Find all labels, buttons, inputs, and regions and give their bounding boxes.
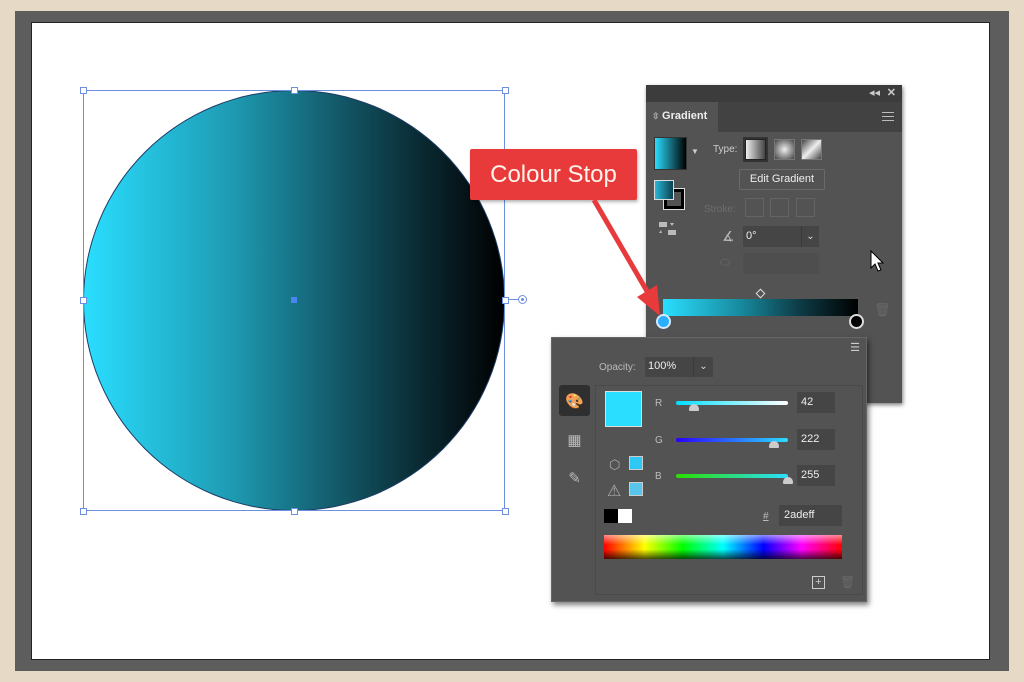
channel-label-g: G bbox=[655, 435, 663, 446]
hex-label: # bbox=[763, 511, 769, 522]
black-swatch[interactable] bbox=[604, 509, 618, 523]
updown-icon: ⇳ bbox=[652, 111, 663, 121]
slider-b-thumb[interactable] bbox=[783, 477, 793, 484]
freeform-gradient-button[interactable] bbox=[801, 139, 822, 160]
angle-input[interactable]: 0° bbox=[743, 226, 801, 247]
panel-title-bar[interactable]: ◂◂ ✕ bbox=[646, 85, 902, 102]
gradient-slider[interactable] bbox=[663, 299, 858, 316]
resize-handle-top-left[interactable] bbox=[80, 87, 87, 94]
resize-handle-bottom-left[interactable] bbox=[80, 508, 87, 515]
gradient-midpoint[interactable] bbox=[755, 288, 766, 299]
gradient-thumbnail[interactable] bbox=[654, 137, 687, 170]
callout-label: Colour Stop bbox=[470, 149, 637, 200]
aspect-ratio-input[interactable] bbox=[743, 253, 819, 274]
out-of-gamut-swatch[interactable] bbox=[629, 482, 643, 496]
pie-widget-handle[interactable] bbox=[518, 295, 527, 304]
edit-gradient-button[interactable]: Edit Gradient bbox=[739, 169, 825, 190]
swatches-icon: ▦ bbox=[567, 431, 582, 449]
caret-down-icon[interactable]: ▼ bbox=[691, 147, 699, 156]
add-swatch-icon[interactable]: + bbox=[812, 576, 825, 589]
cube-icon: ⬡ bbox=[609, 457, 621, 472]
delete-icon[interactable]: 🗑 bbox=[840, 575, 855, 589]
list-menu-icon[interactable]: ☰ bbox=[850, 341, 860, 354]
color-stop-right[interactable] bbox=[849, 314, 864, 329]
color-tab[interactable]: 🎨 bbox=[559, 385, 590, 416]
channel-label-b: B bbox=[655, 471, 662, 482]
double-chevron-icon[interactable]: ◂◂ bbox=[869, 86, 880, 99]
close-icon[interactable]: ✕ bbox=[887, 86, 896, 99]
angle-dropdown[interactable]: ⌄ bbox=[801, 226, 819, 247]
resize-handle-bottom[interactable] bbox=[291, 508, 298, 515]
color-stop-left[interactable] bbox=[656, 314, 671, 329]
opacity-input[interactable]: 100% bbox=[645, 357, 693, 377]
channel-label-r: R bbox=[655, 398, 663, 409]
slider-b[interactable] bbox=[676, 474, 788, 478]
type-label: Type: bbox=[713, 144, 738, 155]
opacity-label: Opacity: bbox=[599, 362, 636, 373]
swatches-tab[interactable]: ▦ bbox=[559, 424, 590, 455]
resize-handle-bottom-right[interactable] bbox=[502, 508, 509, 515]
stroke-along-button[interactable] bbox=[770, 198, 789, 217]
panel-tab-row: ⇳ Gradient bbox=[646, 102, 902, 132]
resize-handle-top[interactable] bbox=[291, 87, 298, 94]
color-spectrum[interactable] bbox=[604, 535, 842, 559]
hex-input[interactable]: 2adeff bbox=[779, 505, 842, 526]
eyedropper-tab[interactable]: ✎ bbox=[559, 462, 590, 493]
tab-gradient-label: Gradient bbox=[662, 110, 708, 122]
white-swatch[interactable] bbox=[618, 509, 632, 523]
aspect-ratio-icon: ⬭ bbox=[720, 255, 731, 269]
fill-swatch[interactable] bbox=[654, 180, 674, 200]
channel-input-g[interactable]: 222 bbox=[797, 429, 835, 450]
out-of-web-color-swatch[interactable] bbox=[629, 456, 643, 470]
channel-input-r[interactable]: 42 bbox=[797, 392, 835, 413]
opacity-dropdown[interactable]: ⌄ bbox=[693, 357, 713, 377]
eyedropper-icon: ✎ bbox=[568, 469, 581, 487]
panel-menu-icon[interactable] bbox=[882, 112, 894, 124]
resize-handle-left[interactable] bbox=[80, 297, 87, 304]
color-picker-popup: ☰ Opacity: 100% ⌄ 🎨 ▦ ✎ R 42 G 222 B 255… bbox=[551, 337, 867, 602]
stroke-across-button[interactable] bbox=[796, 198, 815, 217]
radial-gradient-button[interactable] bbox=[774, 139, 795, 160]
delete-stop-icon[interactable]: 🗑 bbox=[874, 302, 891, 318]
mouse-cursor-icon bbox=[870, 250, 885, 272]
stroke-within-button[interactable] bbox=[745, 198, 764, 217]
center-point bbox=[291, 297, 297, 303]
resize-handle-top-right[interactable] bbox=[502, 87, 509, 94]
stroke-label: Stroke: bbox=[704, 204, 736, 215]
linear-gradient-button[interactable] bbox=[743, 137, 768, 162]
reverse-gradient-icon[interactable] bbox=[658, 221, 678, 237]
current-color-swatch bbox=[605, 391, 642, 427]
channel-input-b[interactable]: 255 bbox=[797, 465, 835, 486]
palette-icon: 🎨 bbox=[565, 392, 584, 410]
slider-r-thumb[interactable] bbox=[689, 404, 700, 411]
slider-g-thumb[interactable] bbox=[768, 441, 779, 448]
angle-icon: ∡ bbox=[722, 228, 735, 244]
warning-icon: ⚠ bbox=[607, 483, 622, 500]
tab-gradient[interactable]: ⇳ Gradient bbox=[646, 102, 718, 132]
